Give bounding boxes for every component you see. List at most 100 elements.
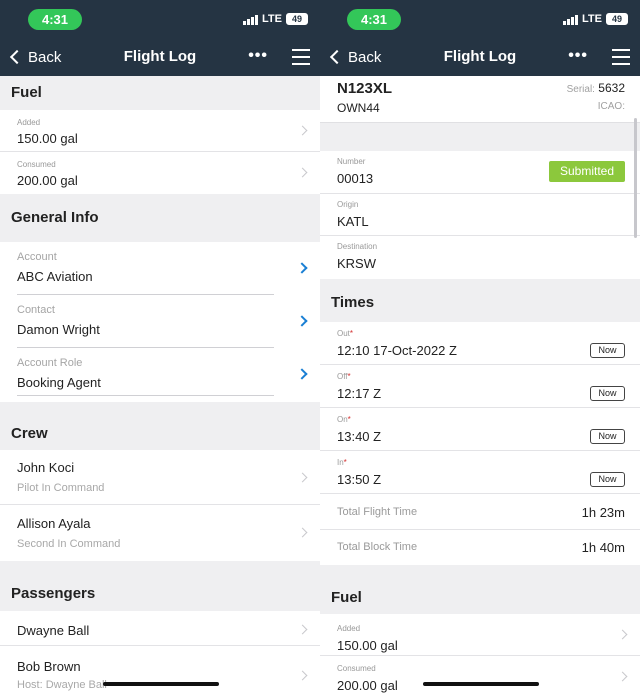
- total-flight-label: Total Flight Time: [337, 506, 418, 518]
- total-flight-time-row: Total Flight Time 1h 23m: [320, 494, 640, 530]
- right-content: N123XL Serial: 5632 OWN44 ICAO: Number 0…: [320, 76, 640, 693]
- aircraft-tail: N123XL: [337, 80, 393, 97]
- chevron-right-icon: [617, 629, 628, 640]
- field-label: Added: [337, 624, 361, 633]
- status-badge: Submitted: [549, 161, 625, 182]
- passenger-host: Host: Dwayne Ball: [17, 679, 107, 691]
- serial-label: Serial:: [566, 84, 595, 95]
- field-label: Account: [17, 251, 57, 263]
- serial-value: 5632: [598, 81, 625, 95]
- time-in-row[interactable]: In* 13:50 Z Now: [320, 451, 640, 494]
- hamburger-menu-icon[interactable]: [612, 49, 630, 65]
- nav-bar: Back Flight Log •••: [320, 38, 640, 76]
- chevron-right-icon: [296, 368, 308, 380]
- required-mark: *: [347, 415, 351, 424]
- destination-row[interactable]: Destination KRSW: [320, 236, 640, 279]
- chevron-right-icon: [296, 262, 308, 274]
- time-out-value: 12:10 17-Oct-2022 Z: [337, 343, 457, 358]
- left-screen: 4:31 LTE 49 Back Flight Log ••• Fuel Add…: [0, 0, 320, 693]
- crew-name: Allison Ayala: [17, 516, 91, 531]
- now-button[interactable]: Now: [590, 386, 625, 401]
- home-indicator: [103, 682, 219, 686]
- total-flight-value: 1h 23m: [581, 505, 625, 520]
- account-role-row[interactable]: Account Role Booking Agent: [0, 348, 320, 402]
- network-label: LTE: [582, 13, 602, 25]
- time-on-value: 13:40 Z: [337, 429, 382, 444]
- chevron-right-icon: [296, 315, 308, 327]
- status-bar: 4:31 LTE 49: [0, 0, 320, 38]
- account-row[interactable]: Account ABC Aviation: [0, 242, 320, 295]
- fuel-added-row[interactable]: Added 150.00 gal: [320, 614, 640, 656]
- fuel-consumed-value: 200.00 gal: [337, 678, 398, 693]
- time-off-value: 12:17 Z: [337, 386, 382, 401]
- now-button[interactable]: Now: [590, 343, 625, 358]
- field-label: Destination: [337, 242, 378, 251]
- origin-value: KATL: [337, 214, 369, 229]
- required-mark: *: [343, 458, 347, 467]
- contact-row[interactable]: Contact Damon Wright: [0, 295, 320, 348]
- field-label: Account Role: [17, 357, 83, 369]
- account-value: ABC Aviation: [17, 269, 93, 284]
- scrollbar[interactable]: [634, 118, 637, 238]
- passengers-section-title: Passengers: [0, 561, 320, 611]
- field-label: Consumed: [17, 160, 56, 169]
- status-bar: 4:31 LTE 49: [320, 0, 640, 38]
- back-label: Back: [28, 48, 62, 66]
- aircraft-header: N123XL Serial: 5632 OWN44 ICAO:: [320, 76, 640, 122]
- total-block-time-row: Total Block Time 1h 40m: [320, 530, 640, 565]
- contact-value: Damon Wright: [17, 322, 100, 337]
- more-options-icon[interactable]: •••: [568, 48, 588, 64]
- chevron-right-icon: [297, 527, 308, 538]
- network-label: LTE: [262, 13, 282, 25]
- fuel-added-row[interactable]: Added 150.00 gal: [0, 110, 320, 152]
- hamburger-menu-icon[interactable]: [292, 49, 310, 65]
- general-info-title: General Info: [0, 194, 320, 242]
- required-mark: *: [349, 329, 354, 338]
- origin-row[interactable]: Origin KATL: [320, 194, 640, 236]
- chevron-left-icon: [9, 49, 25, 65]
- chevron-right-icon: [297, 472, 308, 483]
- flight-number-row[interactable]: Number 00013 Submitted: [320, 151, 640, 194]
- field-label: On: [337, 415, 348, 424]
- back-button[interactable]: Back: [8, 38, 61, 76]
- time-out-row[interactable]: Out* 12:10 17-Oct-2022 Z Now: [320, 322, 640, 365]
- time-off-row[interactable]: Off* 12:17 Z Now: [320, 365, 640, 408]
- crew-name: John Koci: [17, 460, 75, 475]
- battery-icon: 49: [286, 13, 308, 25]
- time-on-row[interactable]: On* 13:40 Z Now: [320, 408, 640, 451]
- chevron-right-icon: [617, 671, 628, 682]
- crew-role: Second In Command: [17, 538, 121, 550]
- chevron-right-icon: [297, 125, 308, 136]
- field-label: Number: [337, 157, 366, 166]
- field-label: Origin: [337, 200, 359, 209]
- crew-row[interactable]: John Koci Pilot In Command: [0, 450, 320, 505]
- chevron-right-icon: [297, 624, 308, 635]
- now-button[interactable]: Now: [590, 429, 625, 444]
- passenger-name: Bob Brown: [17, 659, 81, 674]
- field-label: Consumed: [337, 664, 376, 673]
- crew-row[interactable]: Allison Ayala Second In Command: [0, 505, 320, 561]
- fuel-consumed-row[interactable]: Consumed 200.00 gal: [0, 152, 320, 194]
- fuel-added-value: 150.00 gal: [337, 638, 398, 653]
- status-time: 4:31: [347, 9, 401, 30]
- field-label: Off: [337, 372, 348, 381]
- battery-icon: 49: [606, 13, 628, 25]
- crew-role: Pilot In Command: [17, 482, 105, 494]
- field-label: In: [337, 458, 344, 467]
- fuel-consumed-row[interactable]: Consumed 200.00 gal: [320, 656, 640, 693]
- destination-value: KRSW: [337, 256, 376, 271]
- now-button[interactable]: Now: [590, 472, 625, 487]
- nav-bar: Back Flight Log •••: [0, 38, 320, 76]
- back-button[interactable]: Back: [328, 38, 381, 76]
- signal-icon: [563, 14, 579, 25]
- status-time: 4:31: [28, 9, 82, 30]
- fuel-section-title: Fuel: [0, 76, 320, 110]
- passenger-name: Dwayne Ball: [17, 623, 90, 638]
- home-indicator: [423, 682, 539, 686]
- fuel-added-value: 150.00 gal: [17, 131, 78, 146]
- passenger-row[interactable]: Dwayne Ball: [0, 611, 320, 646]
- field-label: Added: [17, 118, 41, 127]
- back-label: Back: [348, 48, 382, 66]
- aircraft-owner: OWN44: [337, 101, 380, 115]
- more-options-icon[interactable]: •••: [248, 48, 268, 64]
